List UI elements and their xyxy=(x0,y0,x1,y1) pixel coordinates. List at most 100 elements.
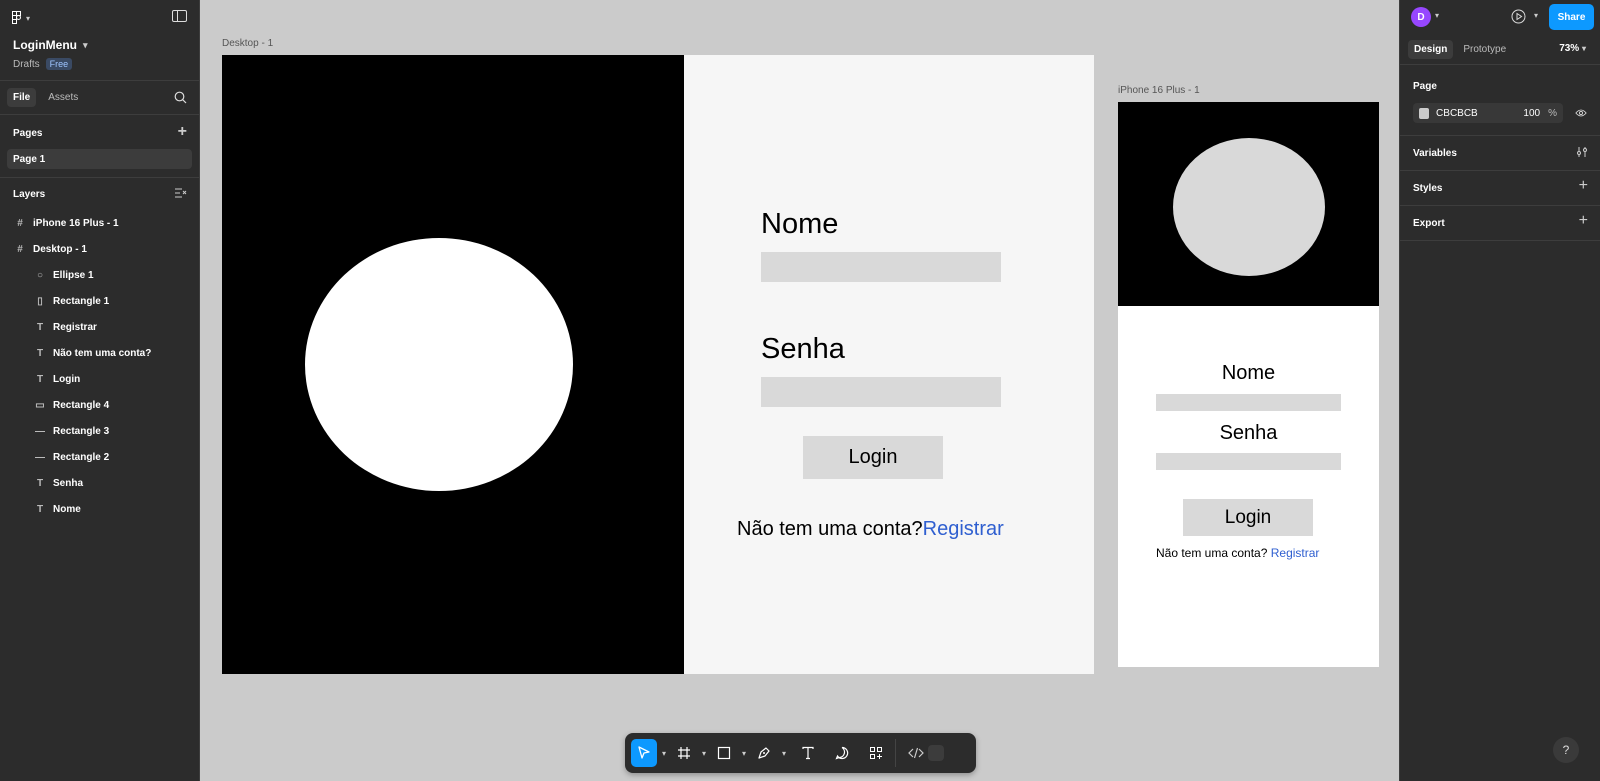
pen-tool-icon xyxy=(758,747,770,759)
layer-login[interactable]: T Login xyxy=(0,366,199,392)
rectangle-2[interactable] xyxy=(761,252,1001,282)
desktop-frame[interactable]: Nome Senha Login Não tem uma conta?Regis… xyxy=(222,55,1094,674)
rectangle-4-login-button[interactable]: Login xyxy=(803,436,943,479)
layer-label: Não tem uma conta? xyxy=(53,347,152,359)
chevron-down-icon[interactable]: ▾ xyxy=(657,749,671,758)
left-sidebar: ▾ LoginMenu ▾ Drafts Free File Assets Pa… xyxy=(0,0,200,781)
dev-mode-toggle[interactable] xyxy=(902,739,946,767)
iphone-login-button[interactable]: Login xyxy=(1183,499,1313,536)
pen-tool-button[interactable] xyxy=(751,739,777,767)
layer-ellipse-1[interactable]: ○ Ellipse 1 xyxy=(0,262,199,288)
present-play-icon[interactable] xyxy=(1511,9,1526,24)
layer-label: Nome xyxy=(53,503,81,515)
ellipse-1[interactable] xyxy=(305,238,573,491)
tab-prototype[interactable]: Prototype xyxy=(1457,40,1512,59)
layer-rectangle-3[interactable]: — Rectangle 3 xyxy=(0,418,199,444)
text-icon: T xyxy=(36,477,44,489)
toolbar-divider xyxy=(895,739,896,767)
chevron-down-icon[interactable]: ▾ xyxy=(1534,11,1538,20)
eye-icon[interactable] xyxy=(1575,108,1587,118)
dev-mode-icon xyxy=(908,747,924,759)
dev-mode-switch[interactable] xyxy=(928,745,944,761)
search-icon[interactable] xyxy=(174,91,187,104)
iphone-senha-text[interactable]: Senha xyxy=(1118,422,1379,445)
layer-label: Rectangle 2 xyxy=(53,451,110,463)
rectangle-3[interactable] xyxy=(761,377,1001,407)
right-tabs: Design Prototype 73% ▾ xyxy=(1400,34,1600,64)
text-tool-button[interactable] xyxy=(795,739,821,767)
collapse-layers-icon[interactable] xyxy=(175,188,187,198)
comment-tool-button[interactable] xyxy=(829,739,855,767)
file-name-button[interactable]: LoginMenu ▾ xyxy=(13,38,186,52)
layer-label: iPhone 16 Plus - 1 xyxy=(33,217,119,229)
layer-iphone-16-plus-1[interactable]: # iPhone 16 Plus - 1 xyxy=(0,210,199,236)
chevron-down-icon[interactable]: ▾ xyxy=(777,749,791,758)
layer-nao-tem-uma-conta[interactable]: T Não tem uma conta? xyxy=(0,340,199,366)
iphone-frame-label[interactable]: iPhone 16 Plus - 1 xyxy=(1118,85,1200,96)
toggle-sidebar-icon[interactable] xyxy=(172,10,187,22)
layer-desktop-1[interactable]: # Desktop - 1 xyxy=(0,236,199,262)
desktop-frame-label[interactable]: Desktop - 1 xyxy=(222,38,273,49)
main-menu-button[interactable]: ▾ xyxy=(12,11,30,25)
frame-tool-icon xyxy=(678,747,690,759)
tab-design[interactable]: Design xyxy=(1408,39,1454,59)
chevron-down-icon: ▾ xyxy=(26,13,31,23)
iphone-login-text[interactable]: Login xyxy=(1225,507,1272,529)
iphone-registrar-link[interactable]: Registrar xyxy=(1271,546,1320,560)
chevron-down-icon[interactable]: ▾ xyxy=(1435,11,1439,20)
styles-section[interactable]: Styles + xyxy=(1400,171,1600,206)
left-topbar: ▾ xyxy=(0,0,199,36)
tab-file[interactable]: File xyxy=(7,88,37,107)
frame-icon: # xyxy=(17,217,23,229)
page-opacity[interactable]: 100 xyxy=(1516,108,1540,119)
zoom-value: 73% xyxy=(1559,43,1580,54)
layer-label: Senha xyxy=(53,477,84,489)
layer-rectangle-1[interactable]: ▯ Rectangle 1 xyxy=(0,288,199,314)
line-icon: — xyxy=(35,425,45,437)
text-icon: T xyxy=(36,347,44,359)
export-section[interactable]: Export + xyxy=(1400,206,1600,241)
move-tool-button[interactable] xyxy=(631,739,657,767)
variables-title: Variables xyxy=(1413,147,1457,159)
frame-tool-button[interactable] xyxy=(671,739,697,767)
registrar-link[interactable]: Registrar xyxy=(923,518,1004,540)
bottom-toolbar: ▾ ▾ ▾ ▾ xyxy=(625,733,976,773)
page-color-field[interactable]: CBCBCB 100 % xyxy=(1413,103,1563,123)
page-color-hex[interactable]: CBCBCB xyxy=(1436,108,1516,119)
add-export-icon[interactable]: + xyxy=(1579,212,1588,230)
file-info: LoginMenu ▾ Drafts Free xyxy=(0,36,199,70)
iphone-frame[interactable]: Nome Senha Login Não tem uma conta? Regi… xyxy=(1118,102,1379,667)
add-style-icon[interactable]: + xyxy=(1579,177,1588,195)
chevron-down-icon[interactable]: ▾ xyxy=(697,749,711,758)
layer-rectangle-4[interactable]: ▭ Rectangle 4 xyxy=(0,392,199,418)
nome-text[interactable]: Nome xyxy=(761,208,838,241)
file-location-label[interactable]: Drafts xyxy=(13,59,40,70)
layer-nome[interactable]: T Nome xyxy=(0,496,199,522)
iphone-nome-field[interactable] xyxy=(1156,394,1341,411)
login-text[interactable]: Login xyxy=(849,446,898,469)
help-button[interactable]: ? xyxy=(1553,737,1579,763)
rectangle-tool-button[interactable] xyxy=(711,739,737,767)
add-page-icon[interactable]: + xyxy=(178,123,187,141)
iphone-senha-field[interactable] xyxy=(1156,453,1341,470)
iphone-nao-tem-uma-conta-text[interactable]: Não tem uma conta? xyxy=(1156,546,1267,560)
layer-label: Ellipse 1 xyxy=(53,269,94,281)
layer-registrar[interactable]: T Registrar xyxy=(0,314,199,340)
tab-assets[interactable]: Assets xyxy=(42,88,84,107)
variables-section[interactable]: Variables xyxy=(1400,136,1600,171)
nao-tem-uma-conta-text[interactable]: Não tem uma conta? xyxy=(737,518,923,540)
page-item-page-1[interactable]: Page 1 xyxy=(7,149,192,169)
share-button[interactable]: Share xyxy=(1549,4,1594,30)
actions-tool-button[interactable] xyxy=(863,739,889,767)
color-swatch[interactable] xyxy=(1419,107,1430,119)
avatar[interactable]: D xyxy=(1411,7,1431,27)
senha-text[interactable]: Senha xyxy=(761,333,845,366)
layer-senha[interactable]: T Senha xyxy=(0,470,199,496)
zoom-level[interactable]: 73% ▾ xyxy=(1559,43,1586,54)
iphone-nome-text[interactable]: Nome xyxy=(1118,362,1379,385)
layer-rectangle-2[interactable]: — Rectangle 2 xyxy=(0,444,199,470)
variables-settings-icon[interactable] xyxy=(1576,146,1588,158)
iphone-ellipse[interactable] xyxy=(1173,138,1325,276)
chevron-down-icon[interactable]: ▾ xyxy=(737,749,751,758)
pages-title: Pages xyxy=(13,127,43,139)
